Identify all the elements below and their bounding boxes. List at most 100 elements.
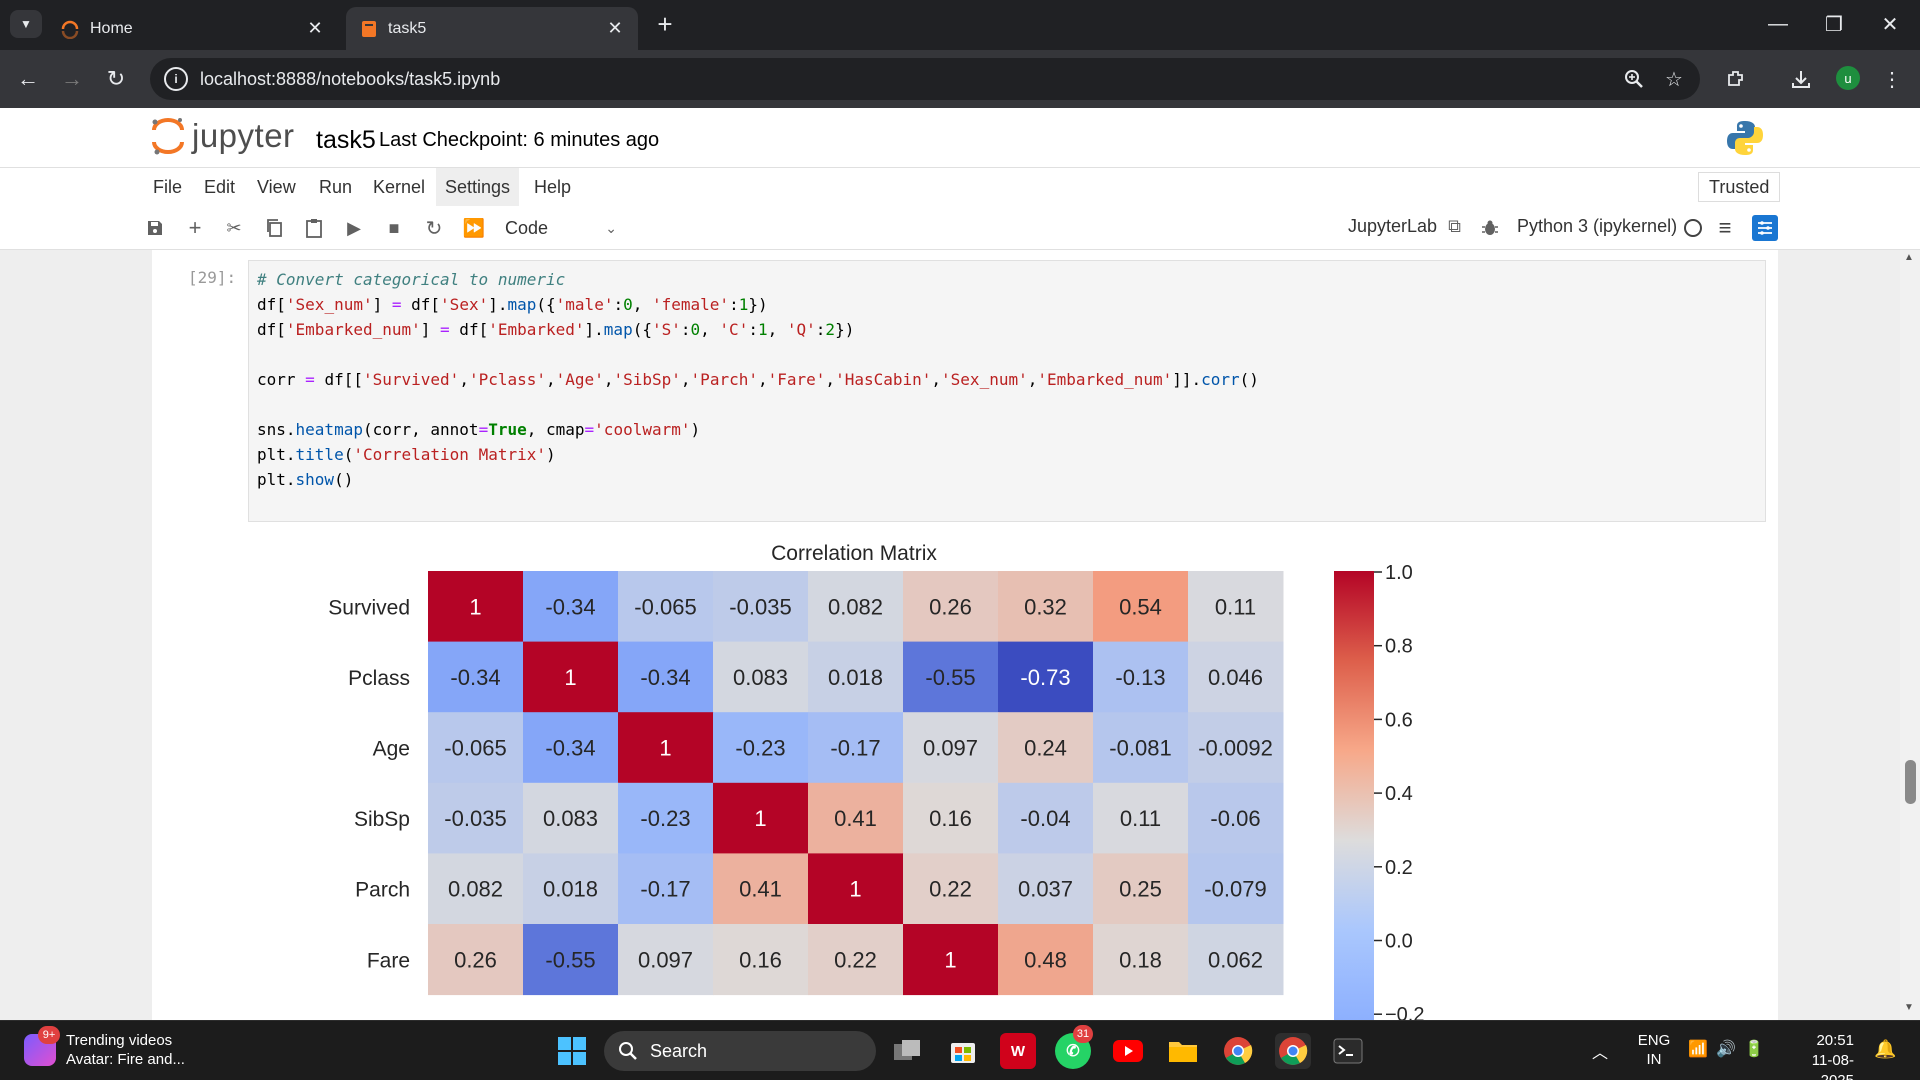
file-explorer-icon[interactable] (1165, 1033, 1201, 1069)
heatmap-row-label: Parch (355, 879, 410, 902)
heatmap-cell-label: -0.035 (729, 594, 791, 619)
heatmap-cell-label: 0.48 (1024, 947, 1067, 972)
heatmap-cell-label: -0.23 (640, 806, 690, 831)
wps-office-icon[interactable]: W (1000, 1033, 1036, 1069)
widget-title: Trending videos (66, 1032, 173, 1049)
battery-icon[interactable]: 🔋 (1744, 1039, 1764, 1059)
wifi-icon[interactable]: 📶 (1688, 1039, 1708, 1059)
chart-title: Correlation Matrix (771, 542, 937, 565)
correlation-heatmap: Correlation Matrix 1 -0.34 -0.065 -0.035 0.0… (328, 542, 1424, 1020)
heatmap-cell-label: -0.13 (1115, 665, 1165, 690)
heatmap-cell-label: 0.018 (543, 877, 598, 902)
scroll-up-arrow-icon[interactable]: ▲ (1904, 252, 1914, 263)
terminal-icon[interactable] (1330, 1033, 1366, 1069)
heatmap-row-label: Survived (328, 596, 410, 619)
scroll-down-arrow-icon[interactable]: ▼ (1904, 1002, 1914, 1013)
colorbar-tick-label: 0.8 (1385, 636, 1413, 658)
clock-time: 20:51 (1816, 1032, 1854, 1049)
heatmap-cell-label: -0.34 (545, 736, 595, 761)
heatmap-cell-label: 0.11 (1120, 806, 1161, 831)
heatmap-cell-label: -0.55 (925, 665, 975, 690)
heatmap-cell-label: -0.079 (1204, 877, 1266, 902)
clock[interactable]: 20:51 11-08-2025 (1782, 1031, 1854, 1080)
heatmap-cell-label: 0.16 (739, 947, 782, 972)
windows-taskbar: 9+ Trending videos Avatar: Fire and... S… (0, 1020, 1920, 1080)
task-view-icon[interactable] (890, 1033, 926, 1069)
clock-date: 11-08-2025 (1811, 1052, 1854, 1080)
colorbar (1334, 571, 1374, 1020)
widget-icon: 9+ (24, 1026, 60, 1066)
heatmap-cell-label: -0.34 (640, 665, 690, 690)
heatmap-cell-label: -0.065 (444, 736, 506, 761)
widgets-button[interactable]: 9+ Trending videos Avatar: Fire and... (24, 1026, 185, 1069)
heatmap-cell-label: 0.082 (448, 877, 503, 902)
heatmap-cell-label: -0.17 (830, 736, 880, 761)
colorbar-tick-label: 1.0 (1385, 562, 1413, 584)
taskbar-search[interactable]: Search (604, 1031, 876, 1071)
heatmap-cell-label: 0.32 (1024, 594, 1067, 619)
heatmap-cell-label: -0.34 (450, 665, 500, 690)
heatmap-cell-label: -0.04 (1020, 806, 1070, 831)
search-label: Search (650, 1040, 708, 1061)
show-hidden-icons-icon[interactable]: ︿ (1592, 1039, 1608, 1063)
heatmap-cell-label: -0.23 (735, 736, 785, 761)
heatmap-cell-label: 0.062 (1208, 947, 1263, 972)
whatsapp-icon[interactable]: ✆ 31 (1055, 1025, 1093, 1069)
heatmap-cell-label: 0.22 (929, 877, 972, 902)
heatmap-row-label: Pclass (348, 667, 410, 690)
scrollbar-thumb[interactable] (1905, 760, 1916, 804)
heatmap-row-label: SibSp (354, 808, 410, 831)
colorbar-tick-label: 0.0 (1385, 931, 1413, 953)
heatmap-cell-label: 0.22 (834, 947, 877, 972)
heatmap-row-label: Age (373, 738, 410, 761)
heatmap-cell-label: -0.065 (634, 594, 696, 619)
vertical-scrollbar[interactable]: ▲ ▼ (1900, 250, 1920, 1020)
heatmap-cell-label: 1 (659, 736, 671, 761)
heatmap-cell-label: -0.34 (545, 594, 595, 619)
search-icon (619, 1042, 637, 1060)
colorbar-tick-label: 0.2 (1385, 857, 1413, 879)
heatmap-cell-label: 0.046 (1208, 665, 1263, 690)
region-label[interactable]: IN (1634, 1050, 1674, 1069)
heatmap-cell-label: 0.24 (1024, 736, 1067, 761)
heatmap-cell-label: 1 (754, 806, 766, 831)
notification-icon[interactable]: 🔔 (1874, 1039, 1896, 1060)
heatmap-cell-label: 1 (469, 594, 481, 619)
heatmap-cell-label: -0.55 (545, 947, 595, 972)
volume-icon[interactable]: 🔊 (1716, 1039, 1736, 1059)
heatmap-cell-label: 0.18 (1119, 947, 1162, 972)
heatmap-cell-label: 0.037 (1018, 877, 1073, 902)
heatmap-cell-label: -0.0092 (1198, 736, 1273, 761)
heatmap-cell-label: 0.16 (929, 806, 972, 831)
heatmap-cell-label: -0.06 (1210, 806, 1260, 831)
heatmap-cell-label: 1 (564, 665, 576, 690)
heatmap-cell-label: 0.097 (638, 947, 693, 972)
heatmap-cell-label: -0.035 (444, 806, 506, 831)
heatmap-cell-label: 0.083 (733, 665, 788, 690)
colorbar-tick-label: −0.2 (1385, 1004, 1424, 1020)
heatmap-cell-label: 0.41 (739, 877, 782, 902)
widget-badge: 9+ (38, 1026, 60, 1044)
heatmap-row-label: Fare (367, 949, 410, 972)
heatmap-cell-label: 0.41 (834, 806, 877, 831)
chrome-icon[interactable] (1220, 1033, 1256, 1069)
language-label[interactable]: ENG (1634, 1031, 1674, 1050)
heatmap-cell-label: 0.097 (923, 736, 978, 761)
colorbar-tick-label: 0.4 (1385, 783, 1413, 805)
heatmap-cell-label: -0.73 (1020, 665, 1070, 690)
whatsapp-badge: 31 (1073, 1025, 1093, 1043)
heatmap-cell-label: 0.26 (454, 947, 497, 972)
chrome-active-icon[interactable] (1275, 1033, 1311, 1069)
start-windows-icon[interactable] (554, 1033, 590, 1069)
heatmap-cell-label: 0.26 (929, 594, 972, 619)
heatmap-cell-label: -0.17 (640, 877, 690, 902)
heatmap-cell-label: 0.018 (828, 665, 883, 690)
youtube-icon[interactable] (1110, 1033, 1146, 1069)
microsoft-store-icon[interactable] (945, 1033, 981, 1069)
heatmap-cell-label: 0.11 (1215, 594, 1256, 619)
heatmap-cell-label: 0.083 (543, 806, 598, 831)
widget-subtitle: Avatar: Fire and... (66, 1051, 185, 1068)
heatmap-cell-label: 1 (849, 877, 861, 902)
heatmap-cell-label: 0.54 (1119, 594, 1162, 619)
heatmap-cell-label: 0.25 (1119, 877, 1162, 902)
